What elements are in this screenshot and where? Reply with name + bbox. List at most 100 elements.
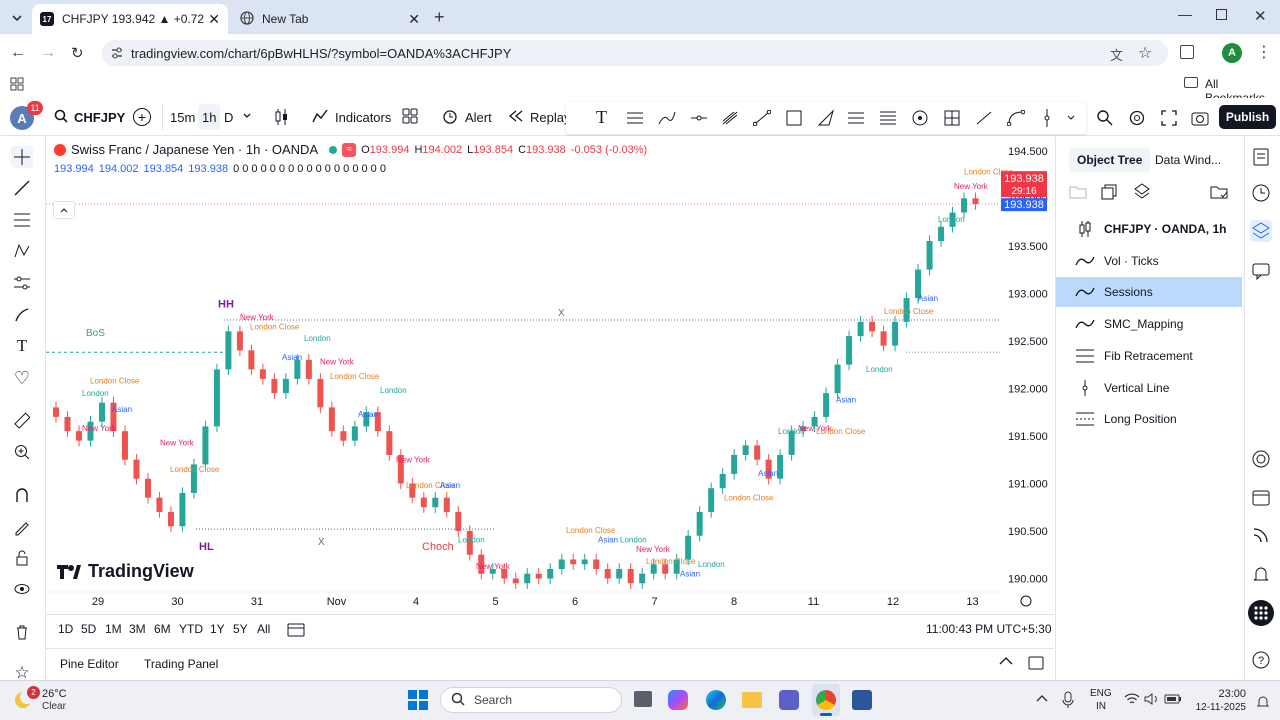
horizontal-line-icon[interactable] [690,110,708,129]
pencil-lock-icon[interactable] [11,516,33,538]
taskbar-search-box[interactable]: Search [440,687,622,713]
notification-center-icon[interactable] [1256,694,1270,711]
task-view-icon[interactable] [634,691,652,707]
language-label[interactable]: ENG [1090,688,1112,699]
browser-tab-chfjpy[interactable]: 17 CHFJPY 193.942 ▲ +0.72% Bank ✕ [32,4,228,34]
tray-chevron-up-icon[interactable] [1036,692,1048,706]
brush-tool-icon[interactable] [11,304,33,326]
clock-time[interactable]: 23:00 [1214,688,1246,700]
trend-line-tool-icon[interactable] [11,177,33,199]
tab-close-icon[interactable]: ✕ [208,11,220,28]
candles-chart-type-icon[interactable] [274,108,290,129]
chat-icon[interactable] [1250,260,1272,282]
chart-pane[interactable]: 194.500194.000193.500193.000192.500192.0… [46,136,1054,614]
layers-order-icon[interactable] [1133,183,1151,204]
browser-menu-icon[interactable]: ⋮ [1256,42,1272,62]
file-explorer-icon[interactable] [742,692,762,708]
object-tree-item-vertical-line[interactable]: Vertical Line [1056,373,1242,403]
vertical-line-tool-icon[interactable] [1041,108,1053,131]
maximize-panel-icon[interactable] [1028,656,1044,673]
pitchfork-icon[interactable] [721,110,739,129]
lock-icon[interactable] [11,547,33,569]
indicators-button[interactable]: Indicators [312,104,391,130]
range-3m-button[interactable]: 3M [129,622,154,636]
text-tool-icon[interactable]: T [596,107,607,128]
object-tree-item-long-position[interactable]: Long Position [1056,404,1242,434]
apps-grid-icon[interactable] [10,77,24,94]
object-tree-item-smc-mapping[interactable]: SMC_Mapping [1056,309,1242,339]
interval-15m[interactable]: 15m [170,104,195,130]
battery-icon[interactable] [1164,692,1182,709]
eye-icon[interactable] [11,578,33,600]
new-tab-plus-icon[interactable]: + [434,7,445,28]
calendar-icon[interactable] [1250,486,1272,508]
app-icon[interactable] [852,690,872,710]
site-settings-icon[interactable] [110,46,124,63]
heart-icon[interactable]: ♡ [11,367,33,389]
range-5y-button[interactable]: 5Y [233,622,257,636]
clock-date[interactable]: 12-11-2025 [1190,702,1246,713]
fullscreen-icon[interactable] [1160,109,1178,130]
range-ytd-button[interactable]: YTD [179,622,210,636]
tradingview-logo[interactable]: TradingView [56,561,194,582]
grid-tool-icon[interactable] [943,109,961,130]
target-icon[interactable] [1250,448,1272,470]
range-6m-button[interactable]: 6M [154,622,179,636]
chevron-down-icon[interactable] [1066,112,1076,126]
forward-arrow-icon[interactable]: → [40,44,56,62]
watchlist-icon[interactable] [1250,146,1272,168]
minimize-icon[interactable]: — [1178,6,1192,22]
object-tree-item-fib-retracement[interactable]: Fib Retracement [1056,341,1242,371]
interval-1h[interactable]: 1h [198,104,221,130]
forecasting-tool-icon[interactable] [11,272,33,294]
zoom-in-icon[interactable] [11,441,33,463]
trash-icon[interactable] [11,621,33,643]
compare-add-icon[interactable]: + [133,108,151,126]
profile-avatar[interactable]: A [1222,43,1242,63]
notifications-bell-icon[interactable] [1250,563,1272,585]
range-5d-button[interactable]: 5D [81,622,105,636]
goto-date-icon[interactable] [287,621,305,640]
collapse-legend-chevron-icon[interactable] [53,201,75,219]
copilot-icon[interactable] [668,690,688,710]
tab-data-window[interactable]: Data Wind... [1155,148,1221,172]
windows-start-icon[interactable] [408,690,428,713]
circle-target-icon[interactable] [911,109,929,130]
microphone-icon[interactable] [1062,691,1074,712]
camera-snapshot-icon[interactable] [1190,109,1210,130]
chevron-down-icon[interactable] [242,110,252,124]
volume-icon[interactable] [1144,692,1160,709]
templates-icon[interactable] [402,108,418,127]
tab-close-icon[interactable]: ✕ [408,11,420,28]
translate-icon[interactable]: 文 [1110,45,1123,64]
help-icon[interactable]: ? [1250,649,1272,671]
window-close-icon[interactable]: ✕ [1254,7,1267,25]
alert-button[interactable]: Alert [442,104,492,130]
replay-button[interactable]: Replay [508,104,570,130]
object-tree-layers-icon[interactable] [1250,220,1272,242]
back-arrow-icon[interactable]: ← [10,44,26,62]
object-tree-item-chfjpy[interactable]: CHFJPY · OANDA, 1h [1056,214,1242,244]
zoom-search-icon[interactable] [1096,109,1114,130]
edge-browser-icon[interactable] [706,690,726,710]
feed-icon[interactable] [1250,524,1272,546]
tab-search-icon[interactable] [8,9,26,27]
publish-button[interactable]: Publish [1219,105,1276,129]
object-tree-item-sessions[interactable]: Sessions [1056,277,1242,307]
expand-panel-chevron-icon[interactable] [998,655,1014,670]
ray-icon[interactable] [975,110,993,129]
fib-retracement-icon[interactable] [847,110,865,129]
text-tool-icon[interactable]: T [11,335,33,357]
rectangle-icon[interactable] [785,109,803,130]
triangle-icon[interactable] [817,109,835,130]
reload-icon[interactable]: ↻ [71,44,84,62]
extensions-icon[interactable] [1180,45,1194,59]
pine-editor-tab[interactable]: Pine Editor [60,657,119,671]
brush-icon[interactable] [658,110,676,129]
parallel-channel-icon[interactable] [626,110,644,129]
bookmark-star-icon[interactable]: ☆ [1138,43,1152,63]
range-1y-button[interactable]: 1Y [210,622,233,636]
fib-extension-icon[interactable] [879,110,897,129]
chrome-icon[interactable] [816,690,836,710]
price-chart[interactable]: 194.500194.000193.500193.000192.500192.0… [46,136,1054,614]
